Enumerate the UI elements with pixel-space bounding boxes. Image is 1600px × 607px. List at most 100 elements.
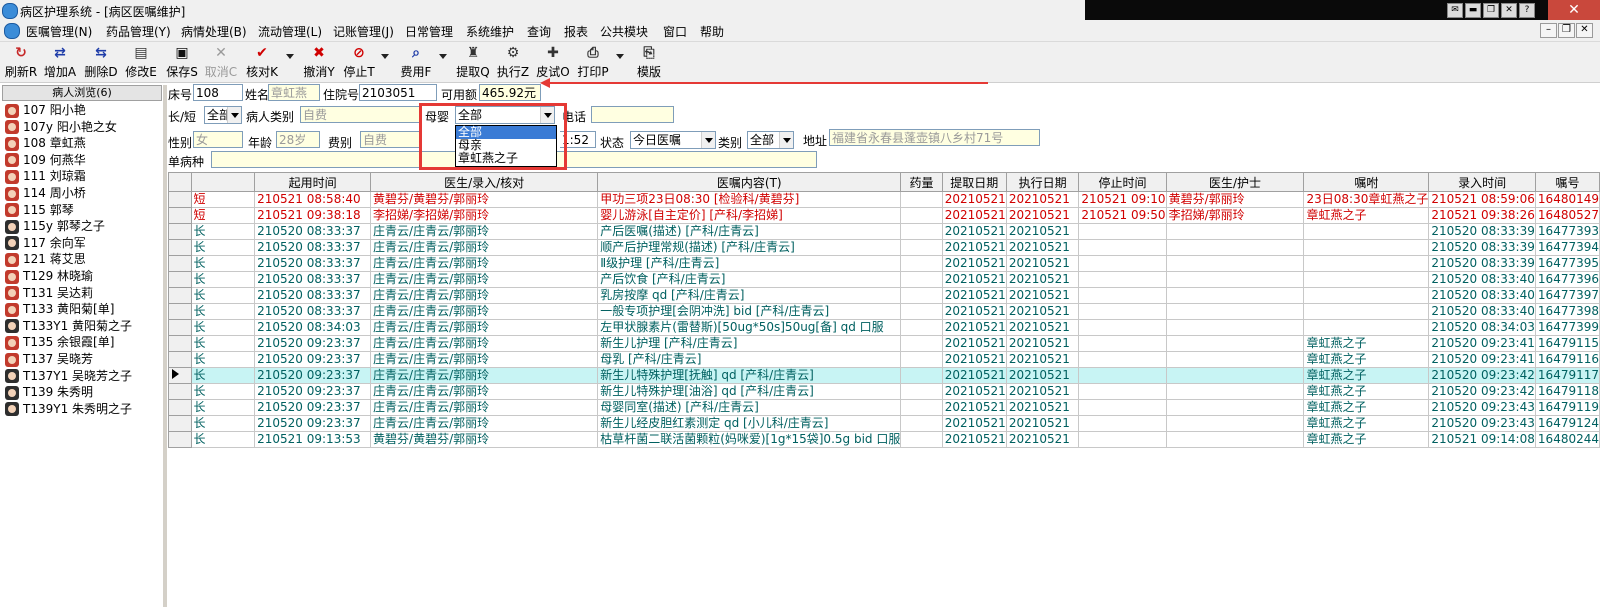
status-select[interactable]: 今日医嘱	[630, 131, 716, 149]
term-select[interactable]: 全部	[204, 106, 242, 124]
patient-list-item[interactable]: T137 吴晓芳	[5, 351, 93, 367]
menu-billing[interactable]: 记账管理(J)	[333, 23, 394, 40]
table-row[interactable]: 长 210520 08:33:37 庄青云/庄青云/郭丽玲 产后医嘱(描述) [产科/…	[168, 223, 1600, 240]
mail-icon[interactable]: ✉	[1447, 3, 1463, 18]
table-row[interactable]: 长 210521 09:13:53 黄碧芬/黄碧芬/郭丽玲 枯草杆菌二联活菌颗粒(妈咪…	[168, 431, 1600, 448]
patient-list-item[interactable]: T129 林晓瑜	[5, 268, 93, 284]
table-row[interactable]: 长 210520 09:23:37 庄青云/庄青云/郭丽玲 新生儿特殊护理[油浴] q…	[168, 383, 1600, 400]
patient-list-item[interactable]: 109 何燕华	[5, 152, 86, 168]
row-indicator[interactable]	[168, 239, 192, 256]
table-row[interactable]: 长 210520 09:23:37 庄青云/庄青云/郭丽玲 新生儿经皮胆红素测定 qd…	[168, 415, 1600, 432]
menu-drugs[interactable]: 药品管理(Y)	[106, 23, 171, 40]
extract-button[interactable]: ♜ 提取Q	[456, 44, 490, 80]
table-row[interactable]: 长 210520 09:23:37 庄青云/庄青云/郭丽玲 母乳 [产科/庄青云] 20…	[168, 351, 1600, 368]
patient-list-item[interactable]: T133 黄阳菊[单]	[5, 301, 114, 317]
patient-list-item[interactable]: T131 吴达莉	[5, 285, 93, 301]
column-header[interactable]: 提取日期	[941, 172, 1007, 192]
column-header[interactable]: 嘱咐	[1303, 172, 1430, 192]
template-button[interactable]: ⎘ 模版	[632, 44, 666, 80]
patient-list-item[interactable]: 121 蒋艾思	[5, 251, 86, 267]
category-select[interactable]: 全部	[747, 131, 794, 149]
patient-list-item[interactable]: T133Y1 黄阳菊之子	[5, 318, 132, 334]
menu-query[interactable]: 查询	[527, 23, 551, 40]
row-indicator[interactable]	[168, 303, 192, 320]
column-header[interactable]: 药量	[900, 172, 943, 192]
menu-reports[interactable]: 报表	[564, 23, 588, 40]
table-row[interactable]: 短 210521 08:58:40 黄碧芬/黄碧芬/郭丽玲 甲功三项23日08:30 …	[168, 191, 1600, 208]
menu-help[interactable]: 帮助	[700, 23, 724, 40]
row-indicator[interactable]	[168, 399, 192, 416]
row-indicator[interactable]	[168, 223, 192, 240]
menu-daily[interactable]: 日常管理	[405, 23, 453, 40]
menu-condition[interactable]: 病情处理(B)	[181, 23, 247, 40]
row-indicator[interactable]	[168, 431, 192, 448]
row-indicator[interactable]	[168, 271, 192, 288]
patient-list-item[interactable]: 107y 阳小艳之女	[5, 119, 117, 135]
fee-dropdown-icon[interactable]	[439, 54, 447, 59]
patient-list-item[interactable]: 108 章虹燕	[5, 135, 86, 151]
refresh-button[interactable]: ↻ 刷新R	[4, 44, 38, 80]
tray-minimize-icon[interactable]: ▬	[1465, 3, 1481, 18]
address-field[interactable]: 福建省永春县蓬壶镇八乡村71号	[829, 129, 1040, 146]
row-indicator[interactable]	[168, 319, 192, 336]
stop-dropdown-icon[interactable]	[381, 54, 389, 59]
column-header[interactable]: 医生/录入/核对	[370, 172, 599, 192]
patient-list-item[interactable]: T135 余银霞[单]	[5, 334, 114, 350]
gender-field[interactable]: 女	[193, 131, 243, 148]
undo-button[interactable]: ✖ 撤消Y	[302, 44, 336, 80]
patient-list-item[interactable]: 115y 郭琴之子	[5, 218, 105, 234]
column-header[interactable]: 医生/护士	[1165, 172, 1305, 192]
print-dropdown-icon[interactable]	[616, 54, 624, 59]
menu-system[interactable]: 系统维护	[466, 23, 514, 40]
mdi-restore-button[interactable]: ❐	[1558, 23, 1575, 38]
row-indicator[interactable]	[168, 351, 192, 368]
bed-field[interactable]: 108	[193, 84, 243, 101]
table-row[interactable]: 短 210521 09:38:18 李招娣/李招娣/郭丽玲 婴儿游泳[自主定价] [产…	[168, 207, 1600, 224]
add-button[interactable]: ⇄ 增加A	[43, 44, 77, 80]
row-indicator[interactable]	[168, 383, 192, 400]
row-indicator[interactable]	[168, 255, 192, 272]
column-header[interactable]: 录入时间	[1428, 172, 1536, 192]
mdi-child-icon[interactable]	[4, 23, 20, 39]
table-row[interactable]: 长 210520 08:33:37 庄青云/庄青云/郭丽玲 一般专项护理[会阴冲洗] …	[168, 303, 1600, 320]
panel-splitter[interactable]	[163, 85, 167, 607]
delete-button[interactable]: ⇆ 删除D	[84, 44, 118, 80]
patient-list-item[interactable]: T137Y1 吴晓芳之子	[5, 368, 132, 384]
patient-list-item[interactable]: 117 余向军	[5, 235, 86, 251]
patient-list-item[interactable]: T139 朱秀明	[5, 384, 93, 400]
patient-list-item[interactable]: 111 刘琼霜	[5, 168, 86, 184]
admission-field[interactable]: 2103051	[359, 84, 437, 101]
tray-close-icon[interactable]: ✕	[1501, 3, 1517, 18]
phone-field[interactable]	[591, 106, 674, 123]
table-row[interactable]: 长 210520 08:34:03 庄青云/庄青云/郭丽玲 左甲状腺素片(雷替斯)[5…	[168, 319, 1600, 336]
check-button[interactable]: ✔ 核对K	[245, 44, 279, 80]
edit-button[interactable]: ▤ 修改E	[124, 44, 158, 80]
row-indicator[interactable]	[168, 287, 192, 304]
column-header[interactable]: 执行日期	[1005, 172, 1080, 192]
table-row[interactable]: 长 210520 08:33:37 庄青云/庄青云/郭丽玲 乳房按摩 qd [产科/庄…	[168, 287, 1600, 304]
menu-orders[interactable]: 医嘱管理(N)	[26, 23, 92, 40]
row-indicator[interactable]	[168, 367, 192, 384]
row-indicator[interactable]	[168, 191, 192, 208]
menu-common[interactable]: 公共模块	[600, 23, 648, 40]
fee-button[interactable]: ⌕ 费用F	[399, 44, 433, 80]
patient-type-field[interactable]: 自费	[300, 106, 421, 123]
column-header[interactable]: 嘱号	[1534, 172, 1600, 192]
table-row[interactable]: 长 210520 09:23:37 庄青云/庄青云/郭丽玲 母婴同室(描述) [产科/…	[168, 399, 1600, 416]
column-header[interactable]: 医嘱内容(T)	[597, 172, 902, 192]
row-indicator[interactable]	[168, 335, 192, 352]
table-row[interactable]: 长 210520 08:33:37 庄青云/庄青云/郭丽玲 Ⅱ级护理 [产科/庄青云]…	[168, 255, 1600, 272]
fee-type-field[interactable]: 自费	[360, 131, 422, 148]
menu-window[interactable]: 窗口	[663, 23, 687, 40]
window-close-button[interactable]: ✕	[1548, 0, 1600, 20]
patient-list-item[interactable]: 115 郭琴	[5, 202, 74, 218]
table-row[interactable]: 长 210520 09:23:37 庄青云/庄青云/郭丽玲 新生儿护理 [产科/庄青云…	[168, 335, 1600, 352]
execute-button[interactable]: ⚙ 执行Z	[496, 44, 530, 80]
table-row[interactable]: 长 210520 08:33:37 庄青云/庄青云/郭丽玲 产后饮食 [产科/庄青云]…	[168, 271, 1600, 288]
age-field[interactable]: 28岁	[276, 131, 320, 148]
tray-help-icon[interactable]: ?	[1519, 3, 1535, 18]
patient-list-item[interactable]: 114 周小桥	[5, 185, 86, 201]
print-button[interactable]: ⎙ 打印P	[576, 44, 610, 80]
column-header[interactable]: 起用时间	[254, 172, 372, 192]
stop-button[interactable]: ⊘ 停止T	[342, 44, 376, 80]
